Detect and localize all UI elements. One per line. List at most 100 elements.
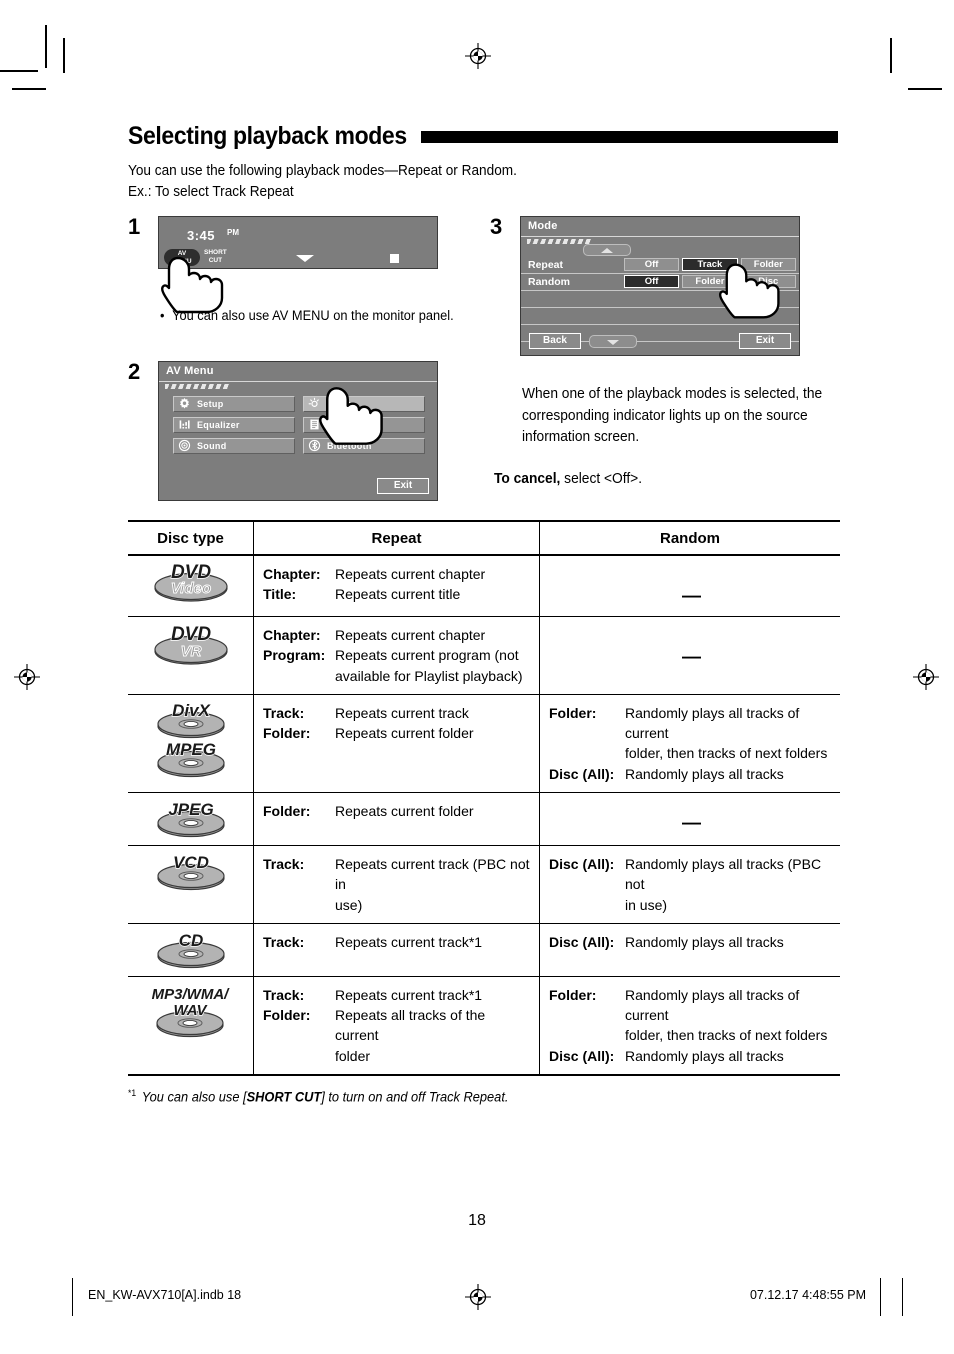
definition-line: Title: Repeats current title xyxy=(263,584,531,604)
disc-type-cell: Video DVD xyxy=(128,554,254,617)
pointing-hand-icon-step1 xyxy=(160,254,238,316)
footer-rule-right xyxy=(880,1278,881,1316)
definition-line: Track: Repeats current track xyxy=(263,703,531,723)
mode-progress-dashes xyxy=(527,238,591,244)
footer-rule-left xyxy=(72,1278,73,1316)
random-cell: — xyxy=(539,792,840,846)
intro-line-2: Ex.: To select Track Repeat xyxy=(128,184,294,201)
cancel-instruction-rest: select <Off>. xyxy=(560,470,643,487)
disc-type-cell: MP3/WMA/ WAV xyxy=(128,976,254,1077)
equalizer-icon xyxy=(178,418,191,431)
definition-desc: Randomly plays all tracks xyxy=(625,765,784,782)
mode-title-divider xyxy=(521,235,799,237)
table-row: VR DVD Chapter: Repeats current chapter … xyxy=(128,616,840,695)
definition-desc: Randomly plays all tracks xyxy=(625,1047,784,1064)
divx-icon: DivX xyxy=(151,701,231,739)
crop-mark-tl-h xyxy=(0,70,38,72)
svg-text:DVD: DVD xyxy=(170,624,210,645)
mode-screen-title: Mode xyxy=(528,219,558,232)
svg-text:CD: CD xyxy=(178,931,203,950)
definition-line: Folder: Repeats current folder xyxy=(263,801,531,821)
clock-time: 3:45 xyxy=(187,227,216,243)
scroll-up-button[interactable] xyxy=(583,243,631,256)
definition-desc: Repeats current chapter xyxy=(335,626,486,643)
definition-term xyxy=(263,666,331,686)
svg-text:MP3/WMA/: MP3/WMA/ xyxy=(152,986,230,1003)
definition-line: available for Playlist playback) xyxy=(263,666,531,686)
definition-line: Disc (All): Randomly plays all tracks xyxy=(549,764,834,784)
definition-desc: Randomly plays all tracks of current xyxy=(625,986,800,1024)
definition-term: Disc (All): xyxy=(549,855,615,872)
svg-text:VCD: VCD xyxy=(173,853,209,872)
footnote-text-before: You can also use [ xyxy=(141,1089,247,1105)
step-number-3: 3 xyxy=(490,213,503,239)
chevron-down-icon[interactable] xyxy=(296,254,314,262)
random-cell: Folder: Randomly plays all tracks of cur… xyxy=(539,976,840,1077)
table-header-disc-type: Disc type xyxy=(128,519,254,556)
definition-term: Program: xyxy=(263,647,326,664)
mode-back-button[interactable]: Back xyxy=(529,332,581,349)
registration-mark-left xyxy=(14,664,40,690)
repeat-cell: Track: Repeats current track*1 Folder: R… xyxy=(253,976,540,1077)
av-menu-item-setup[interactable]: Setup xyxy=(173,395,295,412)
definition-term: Folder: xyxy=(263,802,311,819)
title-rule xyxy=(421,130,838,143)
definition-term: Disc (All): xyxy=(549,765,615,782)
definition-line: Track: Repeats current track*1 xyxy=(263,985,531,1005)
definition-line: Folder: Randomly plays all tracks of cur… xyxy=(549,703,834,744)
step-1-note-text: You can also use AV MENU on the monitor … xyxy=(172,307,454,323)
definition-term xyxy=(549,1025,621,1045)
definition-term: Track: xyxy=(263,933,305,950)
definition-desc: folder, then tracks of next folders xyxy=(625,1027,828,1044)
repeat-option-off[interactable]: Off xyxy=(623,258,680,272)
stop-icon xyxy=(390,253,399,263)
definition-line: Track: Repeats current track*1 xyxy=(263,932,531,952)
repeat-cell: Track: Repeats current track*1 xyxy=(253,923,540,977)
table-row: JPEG Folder: Repeats current folder — xyxy=(128,792,840,846)
table-row: Video DVD Chapter: Repeats current chapt… xyxy=(128,554,840,617)
cd-icon: CD xyxy=(151,930,231,970)
page-title-text: Selecting playback modes xyxy=(128,122,407,150)
definition-desc: Repeats current folder xyxy=(335,725,474,742)
intro-line-1: You can use the following playback modes… xyxy=(128,163,517,179)
steps-section: 1 3:45 PM AV MENU SHORT CUT •You can als… xyxy=(128,213,838,516)
definition-term xyxy=(549,895,621,915)
repeat-cell: Track: Repeats current track (PBC not in… xyxy=(253,845,540,924)
definition-term: Folder: xyxy=(263,725,311,742)
scroll-down-button[interactable] xyxy=(589,334,637,348)
footnote: *1 You can also use [SHORT CUT] to turn o… xyxy=(128,1088,803,1105)
random-cell: — xyxy=(539,554,840,617)
definition-desc: use) xyxy=(335,896,363,913)
table-row: DivX MPEG Track: Repeats current track F… xyxy=(128,694,840,793)
disc-type-cell: CD xyxy=(128,923,254,977)
av-menu-item-setup-label: Setup xyxy=(197,398,224,409)
intro-text: You can use the following playback modes… xyxy=(128,161,835,204)
av-menu-exit-button[interactable]: Exit xyxy=(377,477,429,494)
definition-desc: Repeats current track*1 xyxy=(335,986,483,1003)
disc-type-cell: DivX MPEG xyxy=(128,694,254,793)
crop-mark-tl-v2 xyxy=(63,38,65,73)
table-row: MP3/WMA/ WAV Track: Repeats current trac… xyxy=(128,976,840,1077)
av-menu-item-sound[interactable]: Sound xyxy=(173,437,295,454)
svg-text:MPEG: MPEG xyxy=(165,740,215,759)
registration-mark-right xyxy=(913,664,939,690)
cancel-instruction: To cancel, select <Off>. xyxy=(494,471,817,487)
disc-type-cell: VR DVD xyxy=(128,616,254,695)
mode-exit-button[interactable]: Exit xyxy=(739,332,791,349)
definition-term: Title: xyxy=(263,586,297,603)
definition-term: Track: xyxy=(263,704,305,721)
svg-text:DVD: DVD xyxy=(170,562,210,583)
definition-line: Disc (All): Randomly plays all tracks (P… xyxy=(549,854,834,895)
definition-desc: Repeats current folder xyxy=(335,802,474,819)
av-menu-item-equalizer-label: Equalizer xyxy=(197,419,240,430)
page-number: 18 xyxy=(468,1212,486,1229)
crop-mark-tl-v xyxy=(45,25,47,68)
random-option-off[interactable]: Off xyxy=(623,275,680,289)
av-menu-item-equalizer[interactable]: Equalizer xyxy=(173,416,295,433)
footnote-text-after: ] to turn on and off Track Repeat. xyxy=(321,1089,509,1105)
crop-mark-tl-h2 xyxy=(12,88,46,90)
definition-line: Chapter: Repeats current chapter xyxy=(263,564,531,584)
bullet-glyph: • xyxy=(160,307,165,323)
definition-line: Folder: Repeats current folder xyxy=(263,723,531,743)
footnote-bold: SHORT CUT xyxy=(246,1089,322,1105)
